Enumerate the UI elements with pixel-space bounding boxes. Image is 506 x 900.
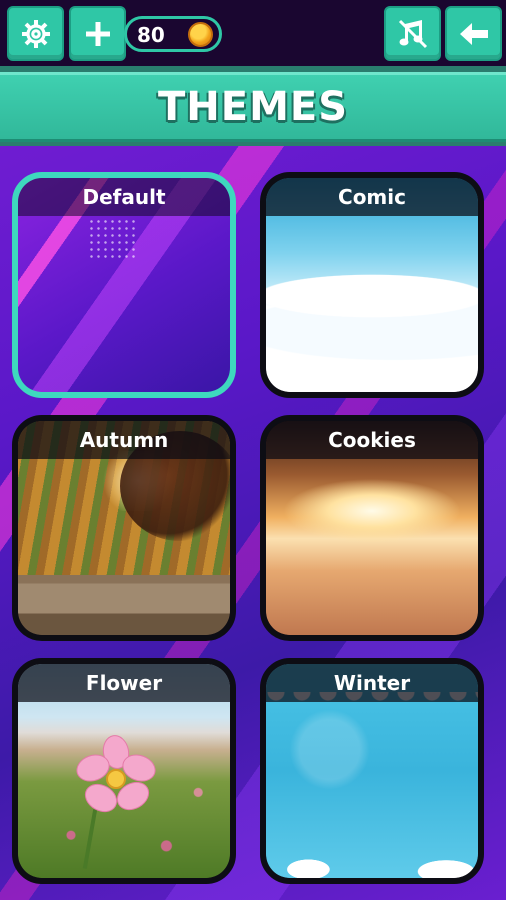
header-banner: THEMES <box>0 72 506 142</box>
theme-label: Cookies <box>328 428 416 452</box>
theme-label: Default <box>82 185 166 209</box>
theme-card-comic[interactable]: Comic <box>260 172 484 398</box>
theme-label: Winter <box>333 671 411 695</box>
theme-label-bar: Default <box>18 178 230 216</box>
coin-icon <box>188 22 213 47</box>
coin-count: 80 <box>137 23 165 47</box>
theme-card-autumn[interactable]: Autumn <box>12 415 236 641</box>
theme-label: Autumn <box>79 428 169 452</box>
music-off-icon <box>398 19 427 48</box>
theme-label-bar: Cookies <box>266 421 478 459</box>
theme-label-bar: Winter <box>266 664 478 702</box>
dot-pattern <box>88 218 138 258</box>
music-toggle-button[interactable] <box>384 6 441 61</box>
arrow-left-icon <box>459 22 488 45</box>
coin-counter: 80 <box>124 16 222 52</box>
theme-card-default[interactable]: Default <box>12 172 236 398</box>
theme-card-winter[interactable]: Winter <box>260 658 484 884</box>
theme-card-flower[interactable]: Flower <box>12 658 236 884</box>
page-title: THEMES <box>157 84 349 130</box>
theme-label-bar: Flower <box>18 664 230 702</box>
add-coins-button[interactable] <box>69 6 126 61</box>
theme-label: Flower <box>85 671 163 695</box>
theme-label-bar: Autumn <box>18 421 230 459</box>
gear-icon <box>21 19 50 48</box>
top-bar: 80 <box>0 0 506 66</box>
theme-label-bar: Comic <box>266 178 478 216</box>
theme-label: Comic <box>338 185 406 209</box>
plus-icon <box>85 21 110 46</box>
back-button[interactable] <box>445 6 502 61</box>
settings-button[interactable] <box>7 6 64 61</box>
flower-picture <box>72 733 160 819</box>
header: THEMES <box>0 66 506 146</box>
theme-card-cookies[interactable]: Cookies <box>260 415 484 641</box>
